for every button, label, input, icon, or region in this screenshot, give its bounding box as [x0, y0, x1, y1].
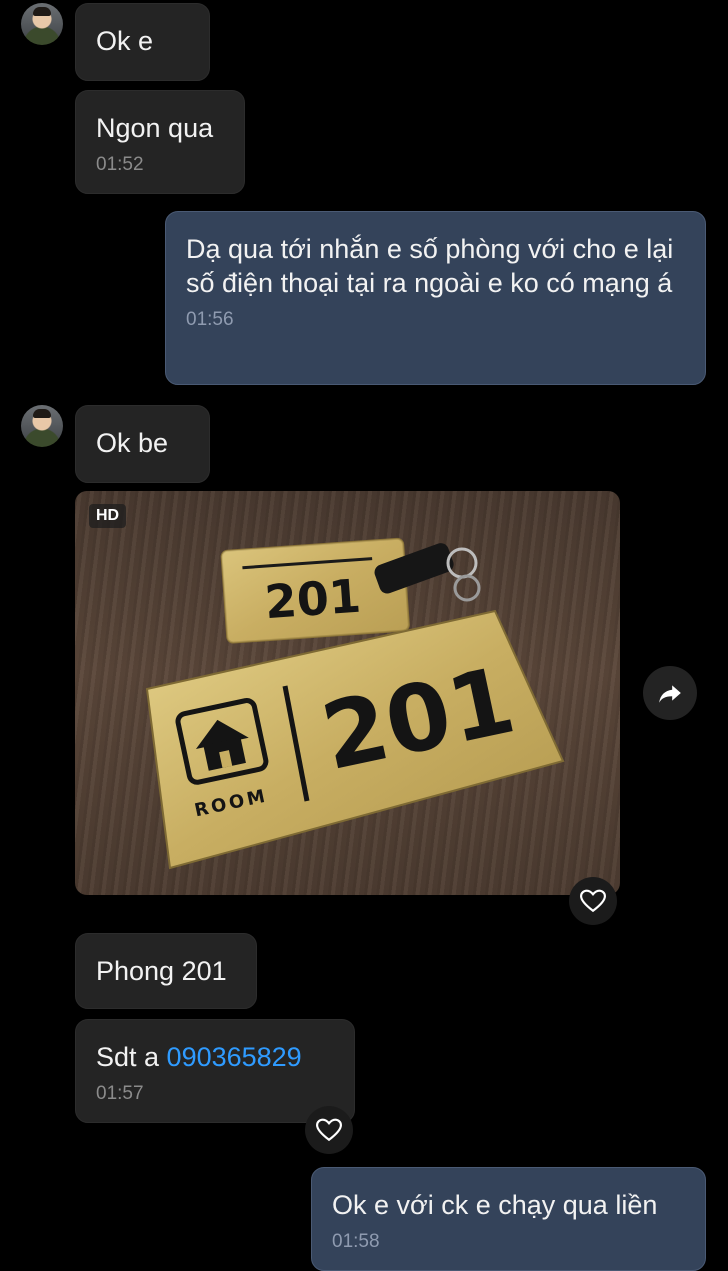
- message-timestamp: 01:58: [332, 1231, 380, 1252]
- photo-message[interactable]: 201 201 ROOM HD: [75, 491, 620, 895]
- small-tag-number: 201: [263, 569, 363, 630]
- react-button[interactable]: [569, 877, 617, 925]
- message-text: Phong 201: [96, 956, 227, 986]
- message-bubble-incoming[interactable]: Ngon qua 01:52: [75, 90, 245, 194]
- message-bubble-incoming[interactable]: Ok be: [75, 405, 210, 483]
- message-timestamp: 01:57: [96, 1083, 144, 1104]
- message-text: Ngon qua: [96, 113, 214, 143]
- message-timestamp: 01:52: [96, 154, 144, 175]
- message-bubble-incoming[interactable]: Phong 201: [75, 933, 257, 1009]
- contact-avatar[interactable]: [21, 3, 63, 45]
- hd-badge: HD: [89, 504, 127, 528]
- message-text: Ok e với ck e chạy qua liền: [332, 1190, 658, 1220]
- forward-button[interactable]: [643, 666, 697, 720]
- message-text: Ok be: [96, 428, 169, 458]
- forward-icon: [659, 685, 681, 703]
- message-bubble-incoming[interactable]: Sdt a 090365829 01:57: [75, 1019, 355, 1123]
- message-timestamp: 01:56: [186, 309, 234, 330]
- message-text: Dạ qua tới nhắn e số phòng với cho e lại…: [186, 234, 674, 298]
- room-sign-photo: 201 201 ROOM: [145, 537, 565, 870]
- message-bubble-outgoing[interactable]: Dạ qua tới nhắn e số phòng với cho e lại…: [165, 211, 706, 385]
- heart-icon: [580, 889, 606, 913]
- message-text-prefix: Sdt a: [96, 1042, 167, 1072]
- message-bubble-outgoing[interactable]: Ok e với ck e chạy qua liền 01:58: [311, 1167, 706, 1271]
- contact-avatar[interactable]: [21, 405, 63, 447]
- heart-icon: [316, 1118, 342, 1142]
- message-bubble-incoming[interactable]: Ok e: [75, 3, 210, 81]
- phone-link[interactable]: 090365829: [167, 1042, 302, 1072]
- message-text: Ok e: [96, 26, 154, 56]
- react-button[interactable]: [305, 1106, 353, 1154]
